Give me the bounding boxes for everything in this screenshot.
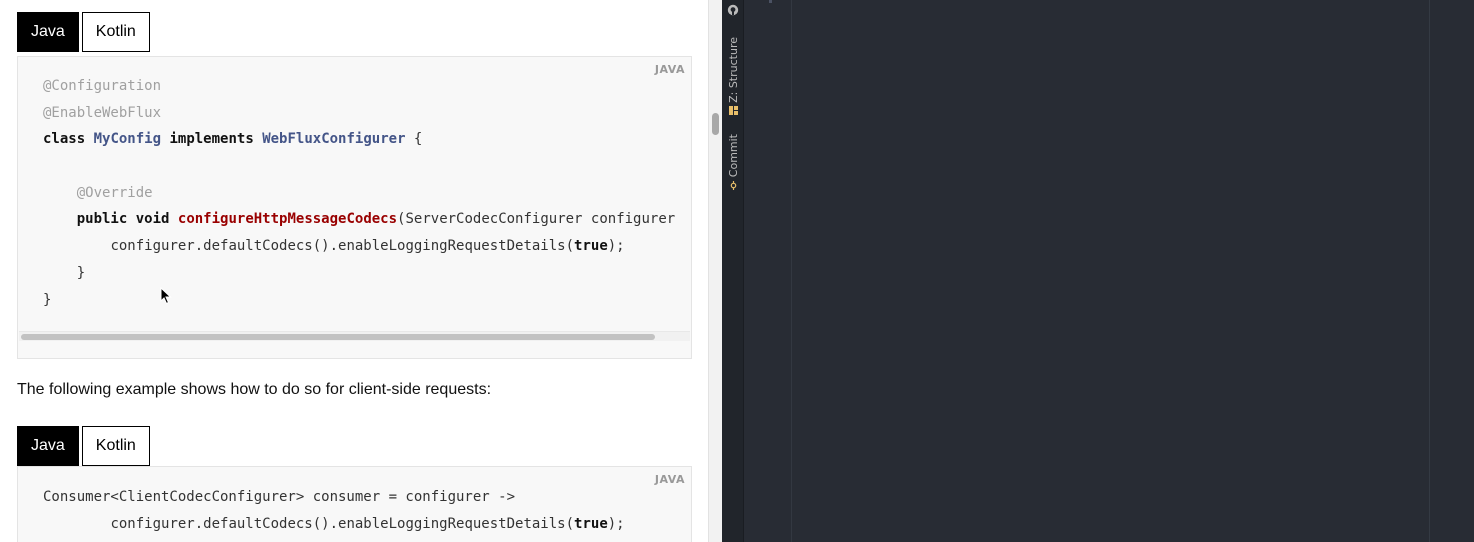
code-token: (ServerCodecConfigurer configurer (397, 211, 676, 228)
structure-tab-label: Z: Structure (726, 37, 740, 103)
code-block-server-config: JAVA @Configuration @EnableWebFlux class M… (17, 56, 692, 359)
code-line: @Configuration (43, 73, 675, 100)
code-token: void (135, 211, 170, 228)
tab-kotlin[interactable]: Kotlin (81, 12, 150, 52)
code-token: true (574, 238, 608, 255)
code-token: ); (607, 515, 625, 532)
code-line: public void configureHttpMessageCodecs(S… (43, 206, 675, 233)
language-tabs-client: Java Kotlin (17, 426, 150, 466)
code-line: } (43, 260, 675, 287)
gutter-marker (769, 0, 772, 3)
code-token: implements (169, 131, 254, 148)
code-line: } (43, 287, 675, 314)
code-token: WebFluxConfigurer (262, 131, 406, 148)
tab-kotlin[interactable]: Kotlin (81, 426, 150, 466)
code-line: @EnableWebFlux (43, 100, 675, 127)
commit-tool-tab[interactable]: Commit (724, 132, 742, 192)
code-scrollbar-thumb[interactable] (21, 334, 655, 340)
github-icon[interactable] (727, 4, 739, 16)
code-token: Consumer<ClientCodecConfigurer> consumer… (43, 489, 516, 505)
code-listing: Consumer<ClientCodecConfigurer> consumer… (43, 484, 625, 537)
code-horizontal-scrollbar[interactable] (19, 331, 690, 341)
documentation-pane: Java Kotlin JAVA @Configuration @EnableWeb… (0, 0, 708, 542)
tool-window-strip: Z: Structure Commit (722, 0, 744, 542)
editor-area[interactable] (793, 0, 1474, 542)
tab-java[interactable]: Java (17, 12, 79, 52)
code-listing: @Configuration @EnableWebFlux class MyConf… (43, 73, 675, 313)
code-token: { (405, 131, 423, 148)
code-token: configurer.defaultCodecs().enableLogging… (110, 238, 575, 255)
code-token: configurer.defaultCodecs().enableLogging… (110, 515, 575, 532)
code-token: true (574, 515, 608, 532)
structure-tool-tab[interactable]: Z: Structure (724, 36, 742, 116)
code-token: } (76, 264, 86, 281)
code-token: configureHttpMessageCodecs (177, 211, 398, 228)
doc-scrollbar-thumb[interactable] (712, 113, 719, 135)
code-block-client-config: JAVA Consumer<ClientCodecConfigurer> con… (17, 466, 692, 542)
code-token: } (43, 291, 52, 308)
editor-gutter (744, 0, 792, 542)
code-token: ); (607, 238, 625, 255)
code-language-label: JAVA (654, 473, 685, 486)
language-tabs-server: Java Kotlin (17, 12, 150, 52)
code-line: class MyConfig implements WebFluxConfigu… (43, 126, 675, 153)
code-token: MyConfig (93, 131, 162, 148)
code-token: @Override (76, 184, 153, 201)
doc-vertical-scrollbar[interactable] (708, 0, 722, 542)
code-token: @Configuration (43, 78, 162, 94)
client-side-description: The following example shows how to do so… (17, 381, 492, 398)
ide-window: Z: Structure Commit (722, 0, 1474, 542)
tab-java[interactable]: Java (17, 426, 79, 466)
code-token: class (43, 131, 86, 148)
commit-icon (730, 180, 736, 190)
commit-tab-label: Commit (726, 134, 740, 178)
right-margin-guide (1429, 0, 1430, 542)
code-token: public (76, 211, 128, 228)
code-line: @Override (43, 180, 675, 207)
code-token: @EnableWebFlux (43, 104, 162, 121)
structure-icon (728, 105, 738, 115)
mouse-pointer-icon (160, 287, 172, 305)
code-line: configurer.defaultCodecs().enableLogging… (43, 233, 675, 260)
code-line: Consumer<ClientCodecConfigurer> consumer… (43, 484, 625, 511)
code-line: configurer.defaultCodecs().enableLogging… (43, 511, 625, 538)
